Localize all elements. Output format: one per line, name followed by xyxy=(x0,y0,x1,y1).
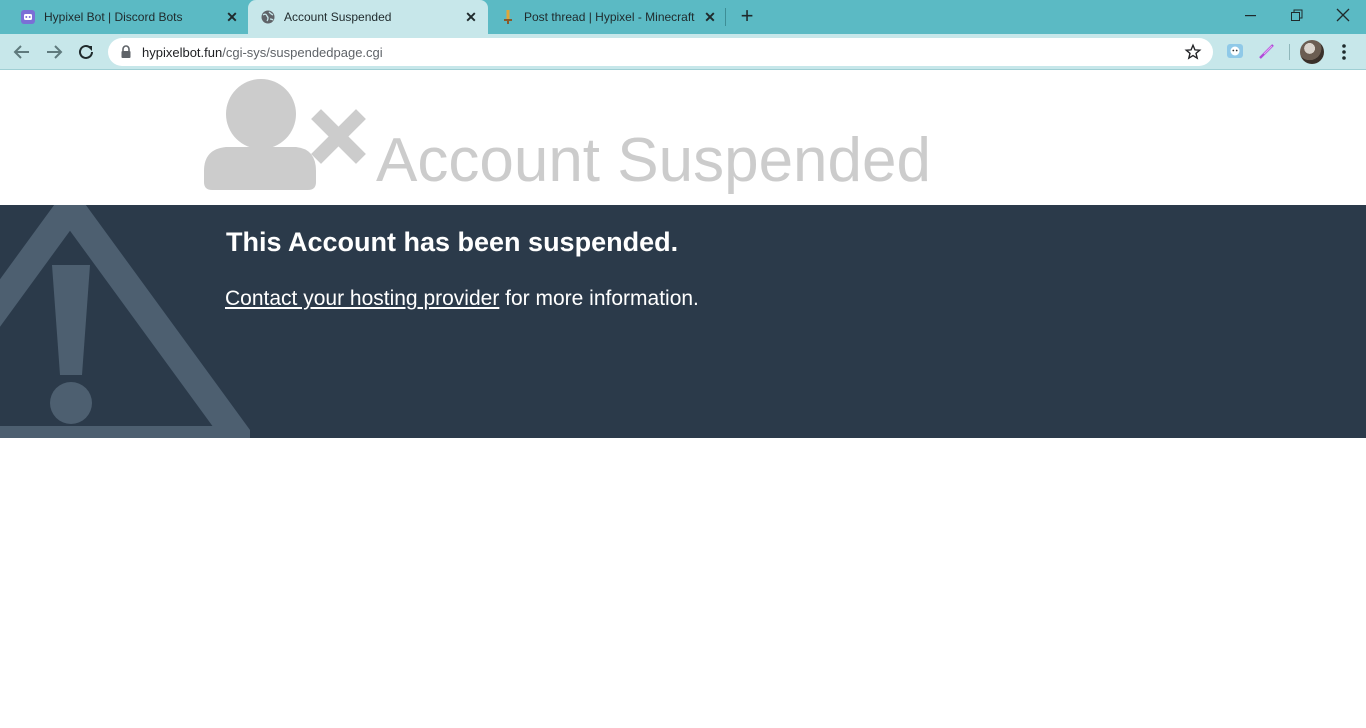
restore-icon[interactable] xyxy=(1285,4,1309,26)
extension-cat-icon[interactable] xyxy=(1226,42,1244,60)
new-tab-plus-icon[interactable]: + xyxy=(736,5,758,28)
page-content: Account Suspended This Account has been … xyxy=(0,71,1366,728)
suspension-heading: This Account has been suspended. xyxy=(226,227,679,257)
tab-account-suspended[interactable]: Account Suspended ✕ xyxy=(248,0,488,34)
contact-hosting-provider-link[interactable]: Contact your hosting provider xyxy=(225,287,499,310)
tab-close-icon[interactable]: ✕ xyxy=(462,8,480,26)
window-close-icon[interactable] xyxy=(1331,4,1355,26)
extension-feather-icon[interactable] xyxy=(1258,42,1276,60)
tab-separator xyxy=(725,8,726,26)
tab-title: Account Suspended xyxy=(284,10,392,24)
suspension-banner: This Account has been suspended. Contact… xyxy=(0,205,1366,438)
page-header: Account Suspended xyxy=(0,71,1366,205)
back-arrow-icon[interactable] xyxy=(10,40,34,64)
hypixel-sword-icon xyxy=(504,10,512,24)
url-host: hypixelbot.fun xyxy=(142,45,223,60)
minimize-icon[interactable] xyxy=(1239,4,1263,26)
discord-bots-icon xyxy=(21,10,35,24)
globe-icon xyxy=(261,10,275,24)
profile-avatar[interactable] xyxy=(1300,40,1324,64)
tab-title: Hypixel Bot | Discord Bots xyxy=(44,10,183,24)
suspension-message: Contact your hosting provider for more i… xyxy=(225,287,699,311)
tab-close-icon[interactable]: ✕ xyxy=(223,8,241,26)
tab-title: Post thread | Hypixel - Minecraft xyxy=(524,10,695,24)
toolbar-separator xyxy=(1289,44,1290,60)
bookmark-star-icon[interactable] xyxy=(1184,43,1202,61)
message-suffix: for more information. xyxy=(499,287,699,310)
more-menu-icon[interactable] xyxy=(1336,41,1352,63)
warning-icon xyxy=(0,205,250,438)
browser-toolbar: hypixelbot.fun/cgi-sys/suspendedpage.cgi xyxy=(0,34,1366,70)
reload-icon[interactable] xyxy=(74,40,98,64)
page-title: Account Suspended xyxy=(376,126,931,195)
tab-close-icon[interactable]: ✕ xyxy=(701,8,719,26)
forward-arrow-icon[interactable] xyxy=(42,40,66,64)
tab-strip: Hypixel Bot | Discord Bots ✕ Account Sus… xyxy=(0,0,1366,34)
lock-icon[interactable] xyxy=(120,45,132,59)
url-path: /cgi-sys/suspendedpage.cgi xyxy=(222,45,383,60)
address-bar[interactable]: hypixelbot.fun/cgi-sys/suspendedpage.cgi xyxy=(108,38,1213,66)
user-suspended-icon xyxy=(204,79,366,190)
url-text[interactable]: hypixelbot.fun/cgi-sys/suspendedpage.cgi xyxy=(142,45,383,60)
tab-discord-bots[interactable]: Hypixel Bot | Discord Bots ✕ xyxy=(8,0,248,34)
tab-hypixel-post-thread[interactable]: Post thread | Hypixel - Minecraft ✕ xyxy=(488,0,726,34)
